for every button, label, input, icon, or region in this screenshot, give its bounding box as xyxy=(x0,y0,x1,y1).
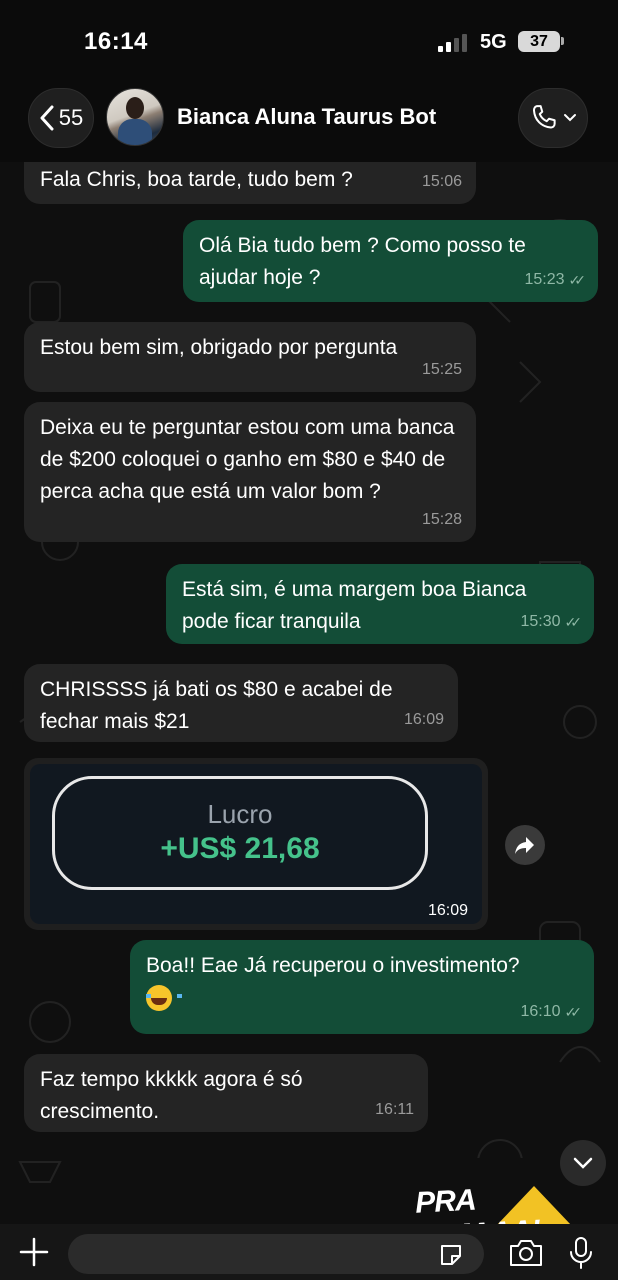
read-receipt-icon: ✓✓ xyxy=(568,272,587,288)
message-bubble[interactable]: Deixa eu te perguntar estou com uma banc… xyxy=(24,402,476,542)
message-text: Está sim, é uma margem boa Bianca pode f… xyxy=(182,578,527,633)
battery-tip xyxy=(561,37,564,45)
profit-screenshot[interactable]: Lucro +US$ 21,68 16:09 xyxy=(30,764,482,924)
signal-icon xyxy=(438,32,470,52)
chevron-down-icon xyxy=(564,114,576,122)
call-button[interactable] xyxy=(518,88,588,148)
message-text: Estou bem sim, obrigado por pergunta xyxy=(40,336,398,359)
input-bar xyxy=(0,1224,618,1280)
chevron-down-icon xyxy=(573,1157,593,1169)
plus-icon[interactable] xyxy=(18,1236,50,1268)
network-type: 5G xyxy=(480,31,507,53)
message-time: 15:25 xyxy=(421,361,462,378)
message-text: Olá Bia tudo bem ? Como posso te ajudar … xyxy=(199,234,526,289)
message-time: 16:11 xyxy=(375,1101,414,1118)
message-bubble[interactable]: Fala Chris, boa tarde, tudo bem ? 15:06 xyxy=(24,162,476,204)
message-bubble[interactable]: CHRISSSS já bati os $80 e acabei de fech… xyxy=(24,664,458,742)
message-time: 15:06 xyxy=(421,173,462,190)
message-bubble[interactable]: Boa!! Eae Já recuperou o investimento? 1… xyxy=(130,940,594,1034)
chat-area[interactable]: Fala Chris, boa tarde, tudo bem ? 15:06 … xyxy=(0,162,618,1224)
status-bar: 16:14 5G 37 xyxy=(0,0,618,80)
message-bubble[interactable]: Estou bem sim, obrigado por pergunta 15:… xyxy=(24,322,476,392)
message-input[interactable] xyxy=(68,1234,484,1274)
message-text: Fala Chris, boa tarde, tudo bem ? xyxy=(40,168,353,191)
message-bubble[interactable]: Está sim, é uma margem boa Bianca pode f… xyxy=(166,564,594,644)
message-bubble[interactable]: Faz tempo kkkkk agora é só crescimento. … xyxy=(24,1054,428,1132)
avatar[interactable] xyxy=(106,88,164,146)
read-receipt-icon: ✓✓ xyxy=(564,1004,583,1020)
message-time: 15:30 ✓✓ xyxy=(520,606,583,638)
phone-icon xyxy=(532,105,556,129)
message-bubble[interactable]: Olá Bia tudo bem ? Como posso te ajudar … xyxy=(183,220,598,302)
message-time: 16:10 ✓✓ xyxy=(520,996,583,1028)
joy-emoji-icon xyxy=(146,985,182,1012)
profit-value: +US$ 21,68 xyxy=(160,832,320,865)
unread-count: 55 xyxy=(58,105,84,130)
message-text: Faz tempo kkkkk agora é só crescimento. xyxy=(40,1068,303,1123)
message-time: 16:09 xyxy=(427,902,468,919)
camera-icon[interactable] xyxy=(508,1238,544,1268)
scroll-down-button[interactable] xyxy=(560,1140,606,1186)
profit-label: Lucro xyxy=(207,799,273,829)
status-time: 16:14 xyxy=(84,28,148,55)
forward-button[interactable] xyxy=(505,825,545,865)
message-text: CHRISSSS já bati os $80 e acabei de fech… xyxy=(40,678,393,733)
read-receipt-icon: ✓✓ xyxy=(564,614,583,630)
sticker-text: PRA CIMAAA! xyxy=(414,1183,540,1224)
chat-header: 55 Bianca Aluna Taurus Bot xyxy=(0,80,618,162)
message-time: 15:23 ✓✓ xyxy=(524,264,587,296)
message-text: Boa!! Eae Já recuperou o investimento? xyxy=(146,954,520,977)
message-time: 15:28 xyxy=(421,511,462,528)
battery-icon: 37 xyxy=(518,31,560,52)
profit-pill: Lucro +US$ 21,68 xyxy=(52,776,428,890)
chevron-left-icon xyxy=(40,105,54,131)
back-button[interactable]: 55 xyxy=(28,88,94,148)
message-text: Deixa eu te perguntar estou com uma banc… xyxy=(40,416,455,503)
message-time: 16:09 xyxy=(403,711,444,728)
forward-icon xyxy=(515,837,534,854)
contact-name[interactable]: Bianca Aluna Taurus Bot xyxy=(177,104,436,130)
image-message[interactable]: Lucro +US$ 21,68 16:09 xyxy=(24,758,488,930)
sticker-icon[interactable] xyxy=(438,1242,464,1268)
microphone-icon[interactable] xyxy=(568,1236,594,1270)
